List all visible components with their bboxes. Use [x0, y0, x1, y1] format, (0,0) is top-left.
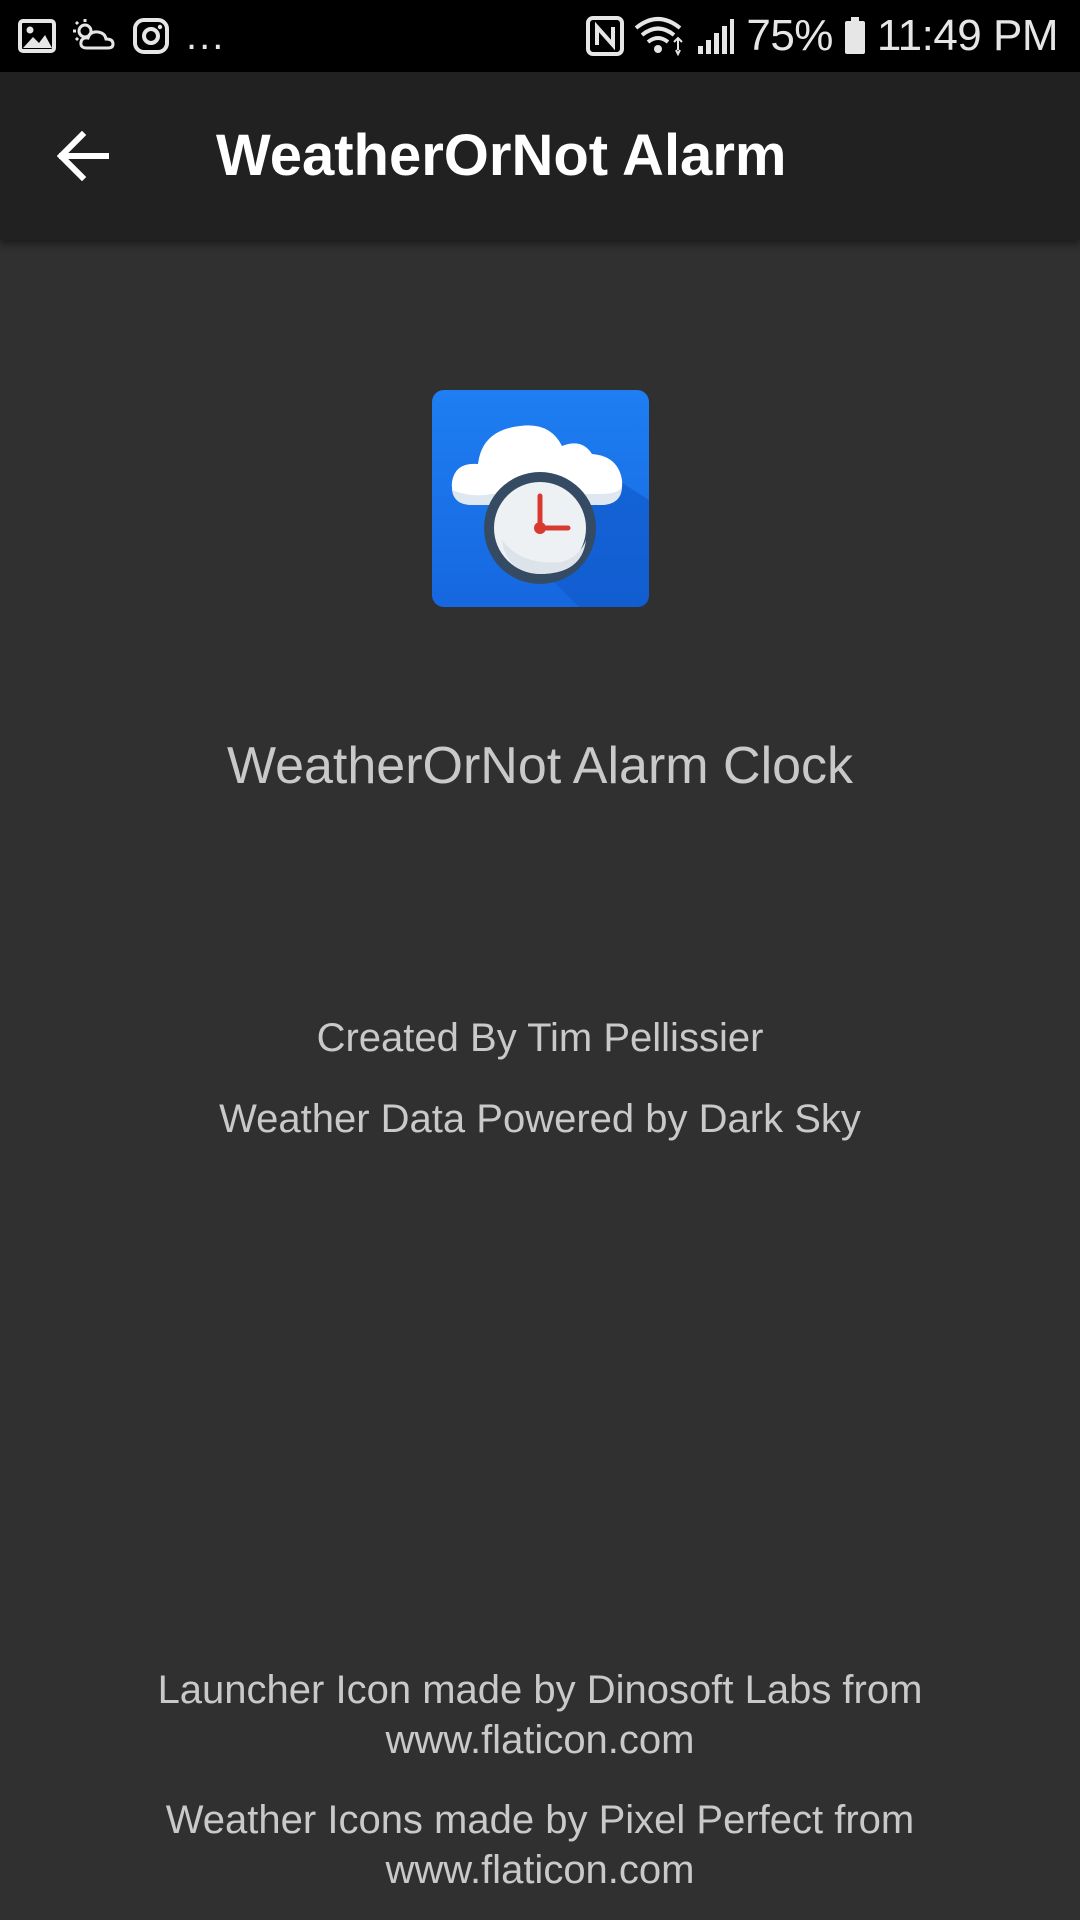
weather-icons-attribution[interactable]: Weather Icons made by Pixel Perfect from…	[0, 1795, 1080, 1895]
battery-percentage: 75%	[746, 11, 833, 60]
status-bar: ... 75% 11:49 PM	[0, 0, 1080, 72]
status-bar-left: ...	[18, 0, 225, 72]
page-title: WeatherOrNot Alarm	[216, 123, 787, 188]
nfc-icon	[586, 16, 625, 56]
app-toolbar: WeatherOrNot Alarm	[0, 72, 1080, 240]
more-notifications-indicator: ...	[186, 14, 226, 58]
weather-data-credit: Weather Data Powered by Dark Sky	[219, 1097, 861, 1141]
battery-icon	[844, 17, 865, 54]
app-name: WeatherOrNot Alarm Clock	[226, 737, 854, 795]
status-bar-right: 75% 11:49 PM	[586, 0, 1059, 72]
weather-icons-attribution-line1: Weather Icons made by Pixel Perfect from	[165, 1798, 915, 1842]
instagram-icon	[133, 18, 169, 54]
weather-icon	[73, 19, 115, 50]
arrow-back-icon	[57, 131, 109, 181]
created-by-text: Created By Tim Pellissier	[316, 1016, 764, 1060]
launcher-attribution-link[interactable]: www.flaticon.com	[0, 1715, 1080, 1765]
cloud-clock-icon	[432, 390, 649, 607]
launcher-icon-attribution[interactable]: Launcher Icon made by Dinosoft Labs from…	[0, 1665, 1080, 1765]
wifi-icon	[635, 17, 684, 56]
clock: 11:49 PM	[876, 11, 1059, 60]
gallery-icon	[18, 19, 56, 53]
back-button[interactable]	[38, 114, 128, 198]
signal-icon	[698, 19, 735, 54]
weather-icons-attribution-link[interactable]: www.flaticon.com	[0, 1845, 1080, 1895]
launcher-attribution-line1: Launcher Icon made by Dinosoft Labs from	[157, 1668, 923, 1712]
about-screen: ... 75% 11:49 PM WeatherOrNot Alarm Weat…	[0, 0, 1080, 1920]
